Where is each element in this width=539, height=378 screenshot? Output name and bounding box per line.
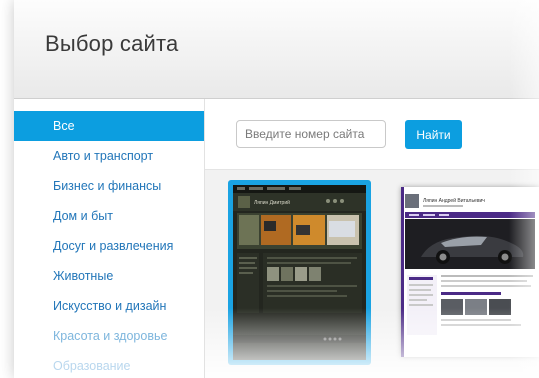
content-area: Найти Ляпин Дмитрий <box>205 99 539 378</box>
sidebar-item-art[interactable]: Искусство и дизайн <box>14 291 204 321</box>
sidebar-item-leisure[interactable]: Досуг и развлечения <box>14 231 204 261</box>
sidebar-item-auto[interactable]: Авто и транспорт <box>14 141 204 171</box>
template-site-name: Ляпин Дмитрий <box>254 199 290 206</box>
sidebar-item-business[interactable]: Бизнес и финансы <box>14 171 204 201</box>
template-gallery: Ляпин Дмитрий Ляпин Андрей Витальевич <box>205 170 539 378</box>
header: Выбор сайта <box>14 0 539 99</box>
sidebar-item-education[interactable]: Образование <box>14 351 204 378</box>
site-number-input[interactable] <box>236 120 386 148</box>
sidebar-item-beauty[interactable]: Красота и здоровье <box>14 321 204 351</box>
site-picker-window: Выбор сайта Все Авто и транспорт Бизнес … <box>14 0 539 378</box>
sidebar-item-all[interactable]: Все <box>14 111 204 141</box>
sidebar-item-home[interactable]: Дом и быт <box>14 201 204 231</box>
template-preview-atv: Ляпин Дмитрий <box>233 185 366 360</box>
template-site-name: Ляпин Андрей Витальевич <box>423 197 485 204</box>
page-title: Выбор сайта <box>45 31 179 56</box>
template-preview-car: Ляпин Андрей Витальевич <box>401 187 539 357</box>
template-card[interactable]: Ляпин Андрей Витальевич <box>401 187 539 357</box>
find-button[interactable]: Найти <box>405 120 462 149</box>
sidebar-item-animals[interactable]: Животные <box>14 261 204 291</box>
category-sidebar: Все Авто и транспорт Бизнес и финансы До… <box>14 99 205 378</box>
search-bar: Найти <box>205 99 539 170</box>
template-card-selected[interactable]: Ляпин Дмитрий <box>228 180 371 365</box>
